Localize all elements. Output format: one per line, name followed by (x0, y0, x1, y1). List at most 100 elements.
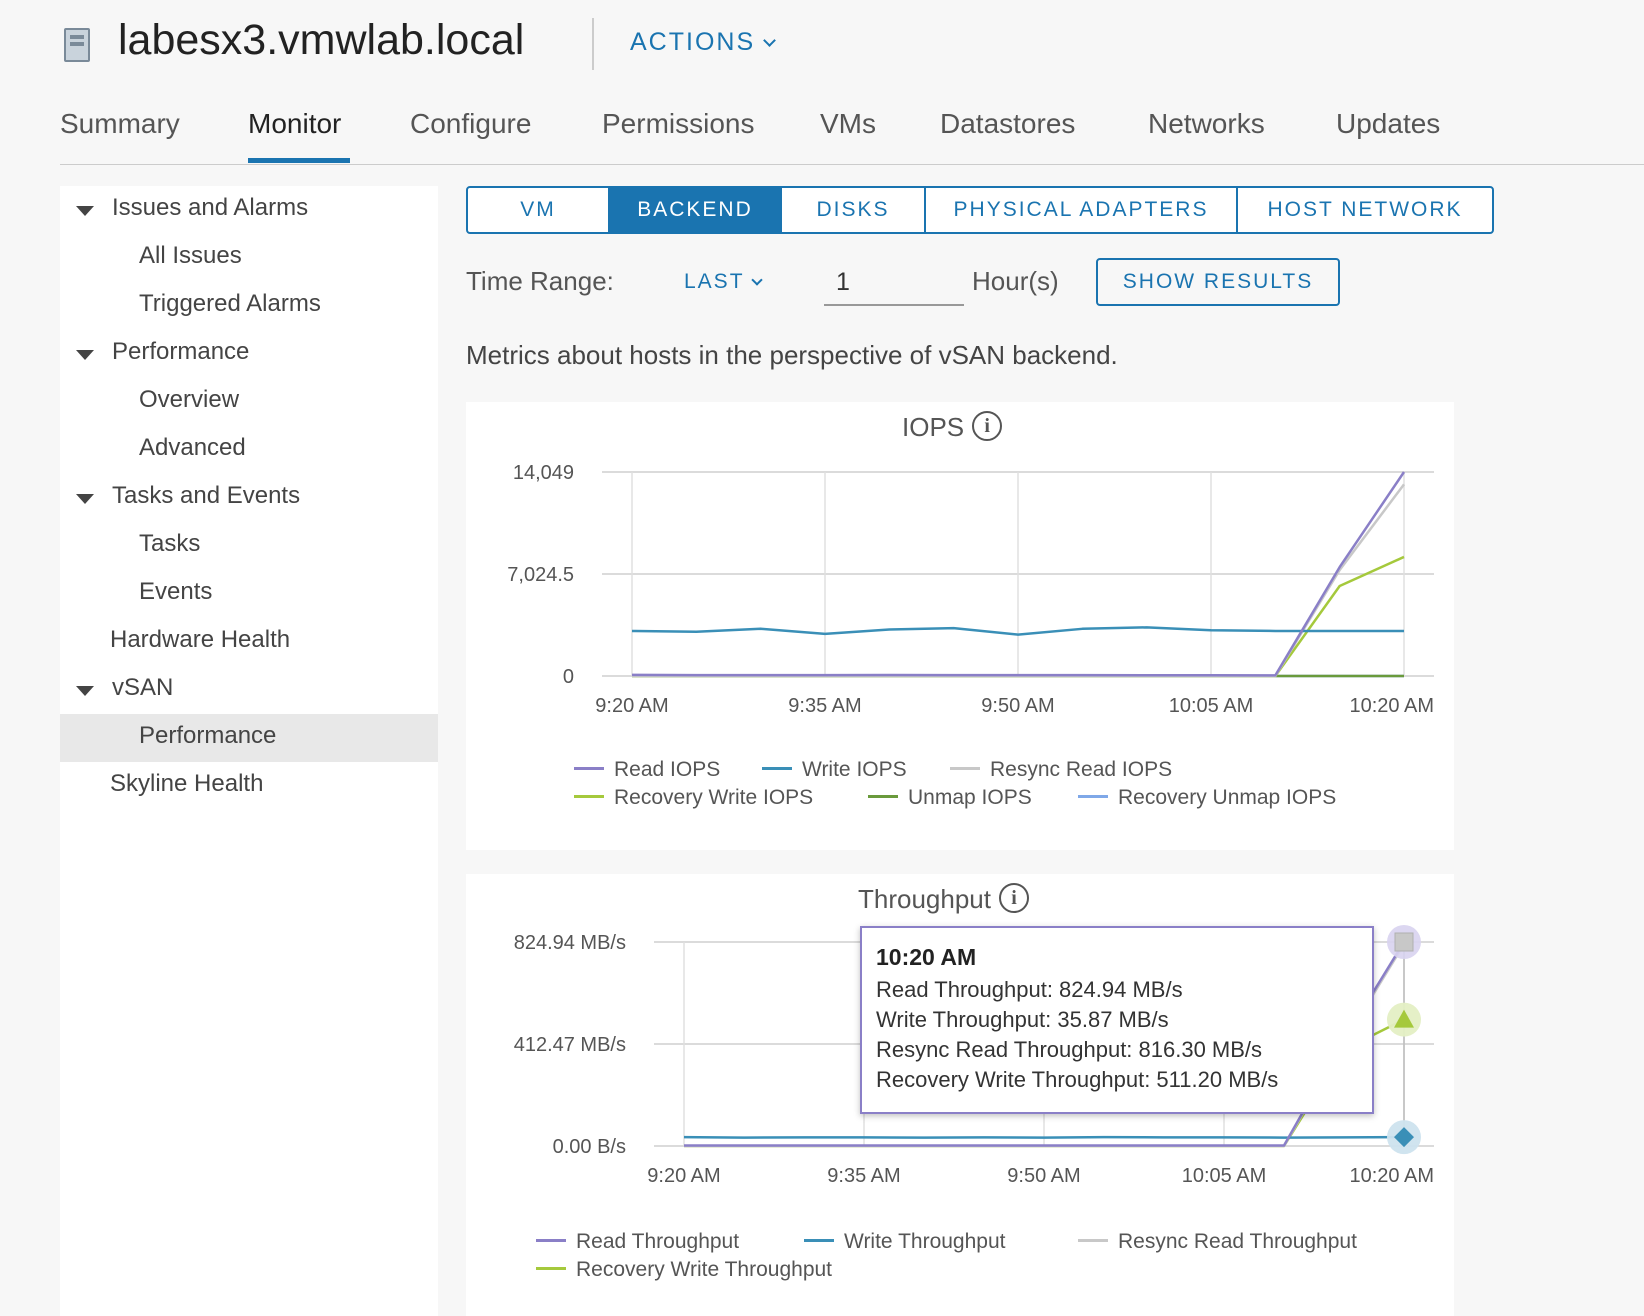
time-range-label: Time Range: (466, 266, 614, 296)
sidebar-item-vsan[interactable]: vSAN (112, 674, 173, 702)
legend-resync-read-iops[interactable]: Resync Read IOPS (950, 758, 1172, 782)
legend-swatch (868, 794, 898, 798)
x-tick-label: 10:05 AM (1182, 1165, 1267, 1187)
legend-label: Read IOPS (614, 758, 721, 781)
y-tick-label: 824.94 MB/s (514, 932, 626, 954)
legend-resync-read-throughput[interactable]: Resync Read Throughput (1078, 1230, 1357, 1254)
sidebar-item-performance[interactable]: Performance (112, 338, 249, 366)
tab-configure[interactable]: Configure (410, 108, 531, 140)
legend-label: Recovery Write IOPS (614, 786, 814, 809)
legend-write-iops[interactable]: Write IOPS (762, 758, 907, 782)
show-results-button[interactable]: SHOW RESULTS (1096, 258, 1340, 306)
x-tick-label: 9:20 AM (647, 1165, 720, 1187)
iops-chart: 14,049 7,024.5 0 9:20 AM 9:35 AM 9:50 AM 10:05… (507, 462, 1434, 717)
y-tick-label: 412.47 MB/s (514, 1034, 626, 1056)
tab-updates[interactable]: Updates (1336, 108, 1440, 140)
tab-summary[interactable]: Summary (60, 108, 180, 140)
legend-recovery-unmap-iops[interactable]: Recovery Unmap IOPS (1078, 786, 1336, 810)
hours-input[interactable] (824, 260, 964, 306)
x-tick-label: 10:20 AM (1349, 695, 1434, 717)
legend-label: Recovery Unmap IOPS (1118, 786, 1337, 809)
legend-recovery-write-throughput[interactable]: Recovery Write Throughput (536, 1258, 832, 1282)
host-name-title: labesx3.vmwlab.local (118, 16, 525, 64)
resync-read-marker (1394, 932, 1414, 952)
sidebar-item-tasks-and-events[interactable]: Tasks and Events (112, 482, 300, 510)
sidebar-item-hardware-health[interactable]: Hardware Health (110, 626, 290, 654)
tab-permissions[interactable]: Permissions (602, 108, 754, 140)
collapse-triangle-icon[interactable] (76, 494, 94, 504)
tooltip-line: Write Throughput: 35.87 MB/s (876, 1007, 1169, 1032)
sidebar-item-tasks[interactable]: Tasks (139, 530, 200, 558)
collapse-triangle-icon[interactable] (76, 686, 94, 696)
time-range-mode-dropdown[interactable]: LAST (684, 270, 763, 294)
sidebar-item-skyline-health[interactable]: Skyline Health (110, 770, 263, 798)
legend-label: Resync Read IOPS (990, 758, 1173, 781)
y-tick-label: 0.00 B/s (553, 1136, 626, 1158)
legend-label: Unmap IOPS (908, 786, 1032, 809)
subtab-vm[interactable]: VM (468, 188, 610, 232)
x-tick-label: 9:35 AM (788, 695, 861, 717)
legend-read-iops[interactable]: Read IOPS (574, 758, 720, 782)
legend-swatch (762, 766, 792, 770)
legend-recovery-write-iops[interactable]: Recovery Write IOPS (574, 786, 813, 810)
legend-swatch (574, 766, 604, 770)
y-tick-label: 0 (563, 666, 574, 688)
legend-label: Write Throughput (844, 1230, 1006, 1253)
legend-label: Recovery Write Throughput (576, 1258, 833, 1281)
tab-vms[interactable]: VMs (820, 108, 876, 140)
tab-networks[interactable]: Networks (1148, 108, 1265, 140)
x-tick-label: 9:20 AM (595, 695, 668, 717)
hours-unit-label: Hour(s) (972, 266, 1059, 296)
legend-write-throughput[interactable]: Write Throughput (804, 1230, 1005, 1254)
legend-swatch (536, 1266, 566, 1270)
actions-menu-button[interactable]: ACTIONS (630, 28, 776, 57)
tooltip-line: Read Throughput: 824.94 MB/s (876, 977, 1183, 1002)
sidebar-item-advanced[interactable]: Advanced (139, 434, 246, 462)
chevron-down-icon (750, 274, 763, 286)
throughput-tooltip: 10:20 AM Read Throughput: 824.94 MB/s Wr… (860, 926, 1374, 1114)
sidebar-item-triggered-alarms[interactable]: Triggered Alarms (139, 290, 321, 318)
host-icon (64, 28, 90, 62)
legend-label: Read Throughput (576, 1230, 740, 1253)
sidebar-item-vsan-performance[interactable]: Performance (139, 722, 276, 750)
sidebar-item-issues-and-alarms[interactable]: Issues and Alarms (112, 194, 308, 222)
legend-read-throughput[interactable]: Read Throughput (536, 1230, 739, 1254)
collapse-triangle-icon[interactable] (76, 350, 94, 360)
x-tick-label: 9:50 AM (981, 695, 1054, 717)
tooltip-line: Resync Read Throughput: 816.30 MB/s (876, 1037, 1263, 1062)
tooltip-title: 10:20 AM (876, 944, 977, 970)
legend-swatch (536, 1238, 566, 1242)
backend-description: Metrics about hosts in the perspective o… (466, 340, 1118, 370)
legend-swatch (574, 794, 604, 798)
collapse-triangle-icon[interactable] (76, 206, 94, 216)
subtab-backend[interactable]: BACKEND (610, 188, 782, 232)
legend-swatch (804, 1238, 834, 1242)
y-tick-label: 7,024.5 (507, 564, 574, 586)
legend-unmap-iops[interactable]: Unmap IOPS (868, 786, 1032, 810)
legend-label: Resync Read Throughput (1118, 1230, 1357, 1253)
legend-swatch (950, 766, 980, 770)
backend-subtabs: VM BACKEND DISKS PHYSICAL ADAPTERS HOST … (466, 186, 1494, 234)
legend-label: Write IOPS (802, 758, 907, 781)
y-tick-label: 14,049 (513, 462, 574, 484)
legend-swatch (1078, 1238, 1108, 1242)
tooltip-line: Recovery Write Throughput: 511.20 MB/s (876, 1067, 1279, 1092)
subtab-physical-adapters[interactable]: PHYSICAL ADAPTERS (926, 188, 1238, 232)
header-divider (592, 18, 594, 70)
actions-label: ACTIONS (630, 28, 756, 56)
sidebar-item-events[interactable]: Events (139, 578, 212, 606)
tab-datastores[interactable]: Datastores (940, 108, 1075, 140)
subtab-disks[interactable]: DISKS (782, 188, 926, 232)
x-tick-label: 10:05 AM (1169, 695, 1254, 717)
chevron-down-icon (763, 34, 776, 47)
legend-swatch (1078, 794, 1108, 798)
tab-monitor[interactable]: Monitor (248, 108, 341, 140)
tabs-divider (60, 164, 1644, 165)
active-tab-indicator (248, 158, 350, 163)
x-tick-label: 9:35 AM (827, 1165, 900, 1187)
subtab-host-network[interactable]: HOST NETWORK (1238, 188, 1492, 232)
time-range-mode-value: LAST (684, 270, 745, 293)
sidebar-item-overview[interactable]: Overview (139, 386, 239, 414)
iops-chart-panel: IOPS i 14,049 7,024.5 0 9:20 AM 9:35 AM 9:50 A… (466, 402, 1454, 850)
sidebar-item-all-issues[interactable]: All Issues (139, 242, 242, 270)
